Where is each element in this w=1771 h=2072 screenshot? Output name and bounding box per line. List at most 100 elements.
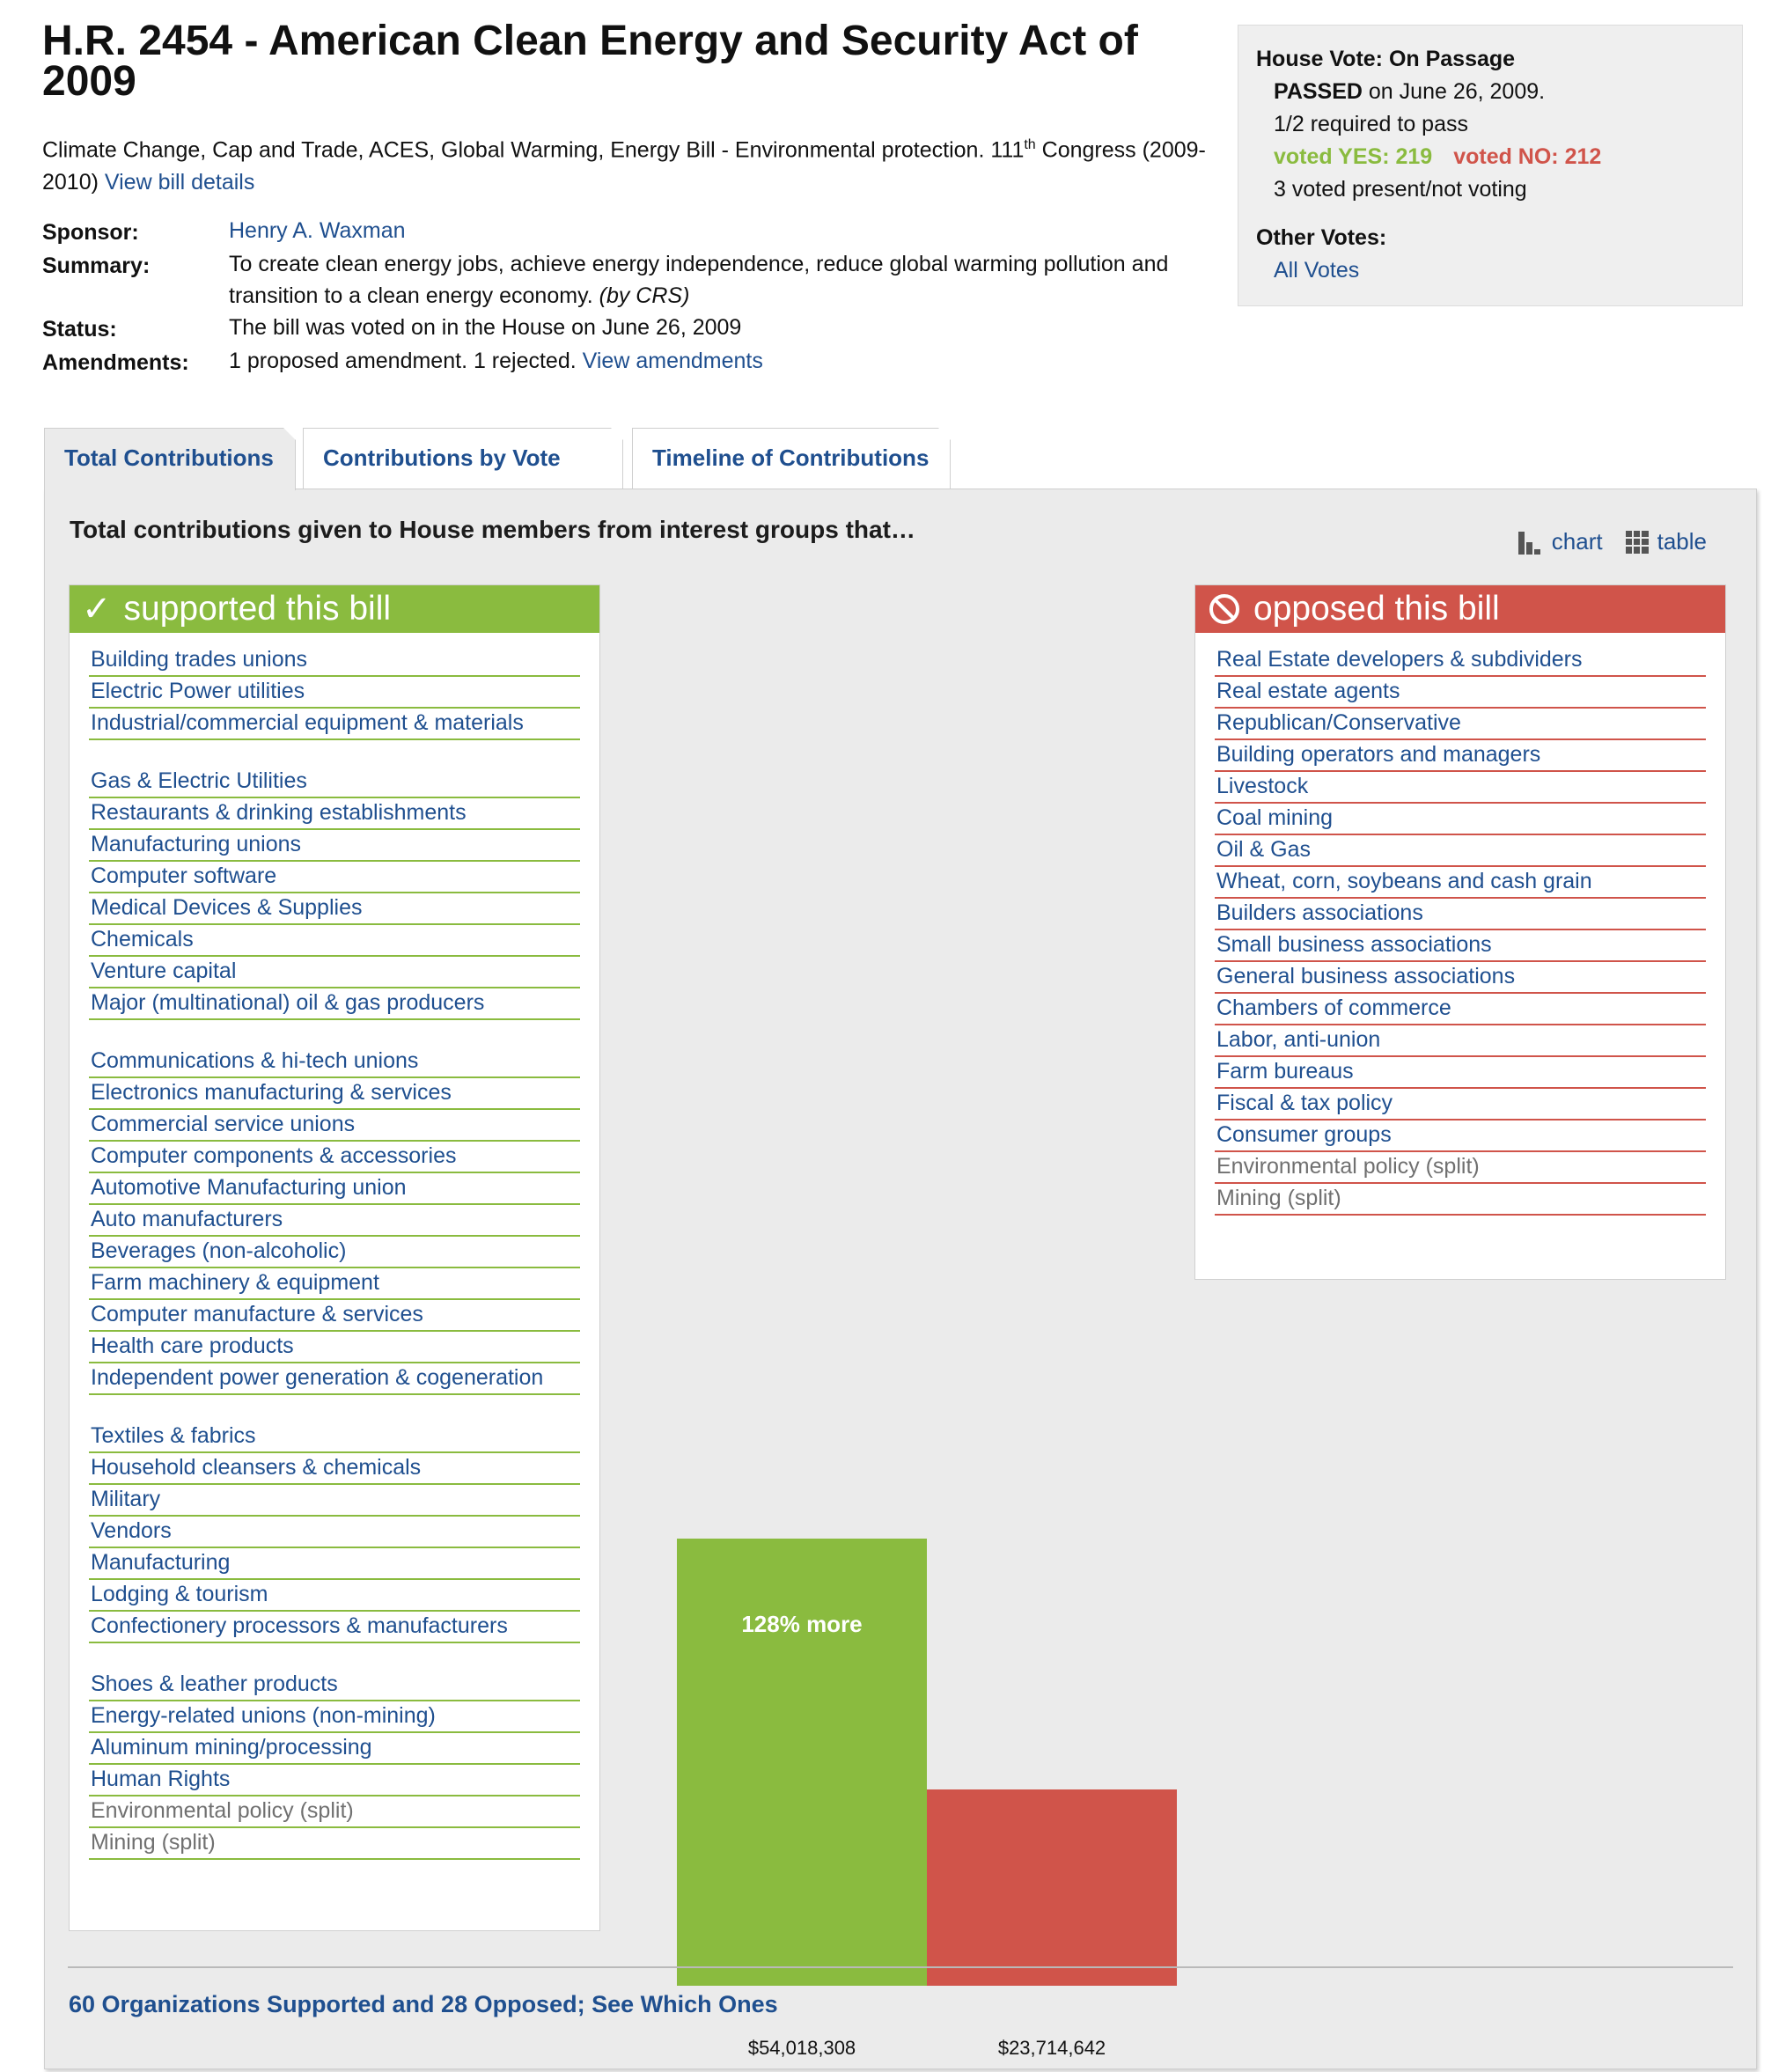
- list-item[interactable]: Building operators and managers: [1215, 740, 1706, 772]
- table-view-button[interactable]: table: [1625, 528, 1707, 555]
- list-item[interactable]: Manufacturing unions: [89, 830, 580, 862]
- amendments-text: 1 proposed amendment. 1 rejected.: [229, 349, 577, 373]
- tab-total-contributions[interactable]: Total Contributions: [44, 428, 296, 490]
- list-item[interactable]: Wheat, corn, soybeans and cash grain: [1215, 867, 1706, 899]
- list-item[interactable]: Mining (split): [89, 1828, 580, 1860]
- subtitle-text: Climate Change, Cap and Trade, ACES, Glo…: [42, 137, 1025, 163]
- list-item[interactable]: Real Estate developers & subdividers: [1215, 645, 1706, 677]
- all-votes-link[interactable]: All Votes: [1274, 258, 1359, 283]
- vote-result-status: PASSED: [1274, 79, 1363, 104]
- list-item[interactable]: Republican/Conservative: [1215, 709, 1706, 740]
- list-item[interactable]: Lodging & tourism: [89, 1580, 580, 1612]
- vote-title: House Vote: On Passage: [1256, 47, 1516, 71]
- list-item[interactable]: Farm bureaus: [1215, 1057, 1706, 1089]
- table-grid-icon: [1625, 530, 1649, 554]
- supported-groups-box: ✓ supported this bill Building trades un…: [69, 584, 600, 1931]
- bill-info: Sponsor: Henry A. Waxman Summary: To cre…: [42, 215, 1213, 378]
- list-item[interactable]: Restaurants & drinking establishments: [89, 798, 580, 830]
- list-item[interactable]: Commercial service unions: [89, 1110, 580, 1142]
- contributions-chart: 128% more: [635, 1334, 1180, 1986]
- list-item[interactable]: Real estate agents: [1215, 677, 1706, 709]
- vote-result-date: on June 26, 2009.: [1368, 79, 1546, 104]
- list-item[interactable]: Vendors: [89, 1517, 580, 1548]
- list-item[interactable]: Chambers of commerce: [1215, 994, 1706, 1025]
- list-item[interactable]: Venture capital: [89, 957, 580, 988]
- chart-view-label: chart: [1551, 528, 1603, 555]
- chart-view-button[interactable]: chart: [1517, 528, 1603, 555]
- list-item[interactable]: Livestock: [1215, 772, 1706, 804]
- list-item[interactable]: Health care products: [89, 1332, 580, 1363]
- bar-supported: [677, 1539, 927, 1986]
- list-item[interactable]: Military: [89, 1485, 580, 1517]
- list-item[interactable]: Household cleansers & chemicals: [89, 1453, 580, 1485]
- bar-value-label-opposed: $23,714,642: [997, 2037, 1106, 2059]
- list-item[interactable]: Fiscal & tax policy: [1215, 1089, 1706, 1120]
- list-item[interactable]: Electric Power utilities: [89, 677, 580, 709]
- table-view-label: table: [1657, 528, 1707, 555]
- list-item[interactable]: Beverages (non-alcoholic): [89, 1237, 580, 1268]
- vote-required: 1/2 required to pass: [1274, 112, 1468, 136]
- list-item[interactable]: Industrial/commercial equipment & materi…: [89, 709, 580, 740]
- vote-tally: voted YES: 219 voted NO: 212: [1256, 141, 1724, 173]
- list-item[interactable]: Consumer groups: [1215, 1120, 1706, 1152]
- amendments-row: Amendments: 1 proposed amendment. 1 reje…: [42, 345, 1213, 378]
- list-item[interactable]: Electronics manufacturing & services: [89, 1078, 580, 1110]
- vote-result: PASSED on June 26, 2009.: [1256, 76, 1724, 108]
- view-bill-details-link[interactable]: View bill details: [105, 170, 254, 195]
- prohibited-icon: [1209, 594, 1239, 624]
- list-item[interactable]: Small business associations: [1215, 930, 1706, 962]
- bar-annotation: 128% more: [741, 1611, 863, 1637]
- list-item[interactable]: Auto manufacturers: [89, 1205, 580, 1237]
- list-item[interactable]: Manufacturing: [89, 1548, 580, 1580]
- list-item[interactable]: Shoes & leather products: [89, 1670, 580, 1701]
- panel-heading: Total contributions given to House membe…: [70, 516, 915, 543]
- summary-row: Summary: To create clean energy jobs, ac…: [42, 248, 1213, 312]
- contributions-panel: Total contributions given to House membe…: [44, 489, 1757, 2069]
- vote-no-count: voted NO: 212: [1453, 144, 1602, 169]
- sponsor-label: Sponsor:: [42, 220, 139, 245]
- list-item[interactable]: Major (multinational) oil & gas producer…: [89, 988, 580, 1020]
- bar-opposed: [927, 1789, 1177, 1986]
- status-label: Status:: [42, 317, 117, 342]
- vote-yes-count: voted YES: 219: [1274, 144, 1433, 169]
- list-item[interactable]: Chemicals: [89, 925, 580, 957]
- list-item[interactable]: Building trades unions: [89, 645, 580, 677]
- summary-text: To create clean energy jobs, achieve ene…: [229, 252, 1169, 308]
- status-text: The bill was voted on in the House on Ju…: [229, 315, 742, 340]
- list-item[interactable]: Labor, anti-union: [1215, 1025, 1706, 1057]
- list-item[interactable]: Computer software: [89, 862, 580, 893]
- list-item[interactable]: Communications & hi-tech unions: [89, 1047, 580, 1078]
- footer-divider: [68, 1966, 1733, 1968]
- other-votes-label: Other Votes:: [1256, 225, 1387, 250]
- page-title: H.R. 2454 - American Clean Energy and Se…: [42, 18, 1138, 105]
- tab-timeline-of-contributions[interactable]: Timeline of Contributions: [632, 428, 951, 489]
- list-item[interactable]: Textiles & fabrics: [89, 1422, 580, 1453]
- list-item[interactable]: Mining (split): [1215, 1184, 1706, 1216]
- list-item[interactable]: Confectionery processors & manufacturers: [89, 1612, 580, 1643]
- list-item[interactable]: Computer manufacture & services: [89, 1300, 580, 1332]
- list-item[interactable]: Medical Devices & Supplies: [89, 893, 580, 925]
- list-item[interactable]: Environmental policy (split): [89, 1796, 580, 1828]
- list-item[interactable]: Environmental policy (split): [1215, 1152, 1706, 1184]
- opposed-groups-list: Real Estate developers & subdividers Real…: [1195, 633, 1725, 1216]
- list-item[interactable]: Coal mining: [1215, 804, 1706, 835]
- list-item[interactable]: Independent power generation & cogenerat…: [89, 1363, 580, 1395]
- list-item[interactable]: Computer components & accessories: [89, 1142, 580, 1173]
- see-which-organizations-link[interactable]: 60 Organizations Supported and 28 Oppose…: [69, 1991, 778, 2018]
- opposed-groups-box: opposed this bill Real Estate developers…: [1194, 584, 1726, 1280]
- list-item[interactable]: Energy-related unions (non-mining): [89, 1701, 580, 1733]
- supported-groups-list: Building trades unions Electric Power uti…: [70, 633, 599, 1860]
- list-item[interactable]: Automotive Manufacturing union: [89, 1173, 580, 1205]
- list-item[interactable]: Human Rights: [89, 1765, 580, 1796]
- view-amendments-link[interactable]: View amendments: [583, 349, 763, 373]
- list-item[interactable]: General business associations: [1215, 962, 1706, 994]
- list-item[interactable]: Oil & Gas: [1215, 835, 1706, 867]
- list-item[interactable]: Aluminum mining/processing: [89, 1733, 580, 1765]
- sponsor-link[interactable]: Henry A. Waxman: [229, 218, 406, 243]
- tab-contributions-by-vote[interactable]: Contributions by Vote: [303, 428, 623, 489]
- vote-not-voting: 3 voted present/not voting: [1274, 177, 1527, 202]
- list-item[interactable]: Gas & Electric Utilities: [89, 767, 580, 798]
- opposed-header: opposed this bill: [1195, 585, 1725, 633]
- list-item[interactable]: Farm machinery & equipment: [89, 1268, 580, 1300]
- list-item[interactable]: Builders associations: [1215, 899, 1706, 930]
